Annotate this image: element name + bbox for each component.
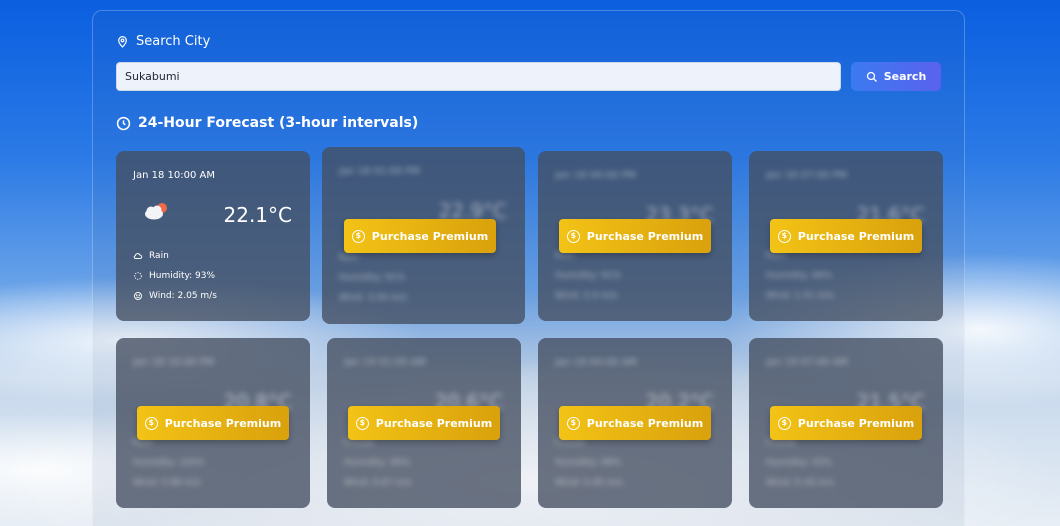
forecast-card-locked: Jan 18 04:00 PM 23.3°C Rain Humidity: 91… bbox=[538, 151, 732, 321]
forecast-heading-text: 24-Hour Forecast (3-hour intervals) bbox=[138, 115, 419, 131]
humidity-text: Humidity: 93% bbox=[766, 458, 833, 468]
wind-text: Wind: 0.18 m/s bbox=[766, 478, 834, 488]
humidity-text: Humidity: 93% bbox=[149, 271, 216, 281]
forecast-card-locked: Jan 18 01:00 PM 22.9°C Rain Humidity: 91… bbox=[322, 147, 525, 324]
humidity-text: Humidity: 100% bbox=[133, 458, 205, 468]
premium-label: Purchase Premium bbox=[586, 416, 704, 430]
humidity-text: Humidity: 91% bbox=[555, 271, 622, 281]
purchase-premium-button[interactable]: $ Purchase Premium bbox=[559, 406, 711, 440]
forecast-time: Jan 18 10:00 AM bbox=[133, 170, 215, 181]
search-button-label: Search bbox=[883, 70, 927, 83]
cloud-icon bbox=[133, 253, 143, 259]
rain-cloud-icon bbox=[145, 203, 167, 220]
dollar-coin-icon: $ bbox=[566, 229, 580, 243]
search-icon bbox=[866, 71, 877, 82]
forecast-temperature: 22.1°C bbox=[223, 203, 293, 227]
premium-label: Purchase Premium bbox=[164, 416, 282, 430]
dollar-coin-icon: $ bbox=[351, 229, 365, 243]
wind-text: Wind: 0.67 m/s bbox=[344, 478, 412, 488]
clock-icon bbox=[116, 116, 131, 130]
search-city-label: Search City bbox=[116, 34, 210, 49]
wind-text: Wind: 2.4 m/s bbox=[555, 291, 618, 301]
city-search-input[interactable] bbox=[116, 62, 841, 91]
forecast-card-locked: Jan 19 07:00 AM 21.5°C Clouds Humidity: … bbox=[749, 338, 943, 508]
humidity-text: Humidity: 99% bbox=[344, 458, 411, 468]
purchase-premium-button[interactable]: $ Purchase Premium bbox=[344, 219, 496, 253]
forecast-card: Jan 18 10:00 AM 22.1°C Rain Humidity: 93… bbox=[116, 151, 310, 321]
forecast-time: Jan 18 04:00 PM bbox=[555, 170, 637, 181]
forecast-card-locked: Jan 19 04:00 AM 20.2°C Clouds Humidity: … bbox=[538, 338, 732, 508]
forecast-heading: 24-Hour Forecast (3-hour intervals) bbox=[116, 115, 418, 131]
purchase-premium-button[interactable]: $ Purchase Premium bbox=[348, 406, 500, 440]
premium-label: Purchase Premium bbox=[797, 416, 915, 430]
wind-text: Wind: 0.45 m/s bbox=[555, 478, 623, 488]
search-label-text: Search City bbox=[136, 34, 211, 49]
condition-row: Rain bbox=[133, 251, 169, 261]
wind-text: Wind: 2.05 m/s bbox=[149, 291, 217, 301]
wind-row: Wind: 2.05 m/s bbox=[133, 291, 217, 301]
humidity-icon bbox=[134, 272, 142, 280]
map-pin-icon bbox=[118, 36, 127, 48]
forecast-time: Jan 18 10:00 PM bbox=[133, 357, 215, 368]
forecast-time: Jan 18 07:00 PM bbox=[766, 170, 848, 181]
forecast-time: Jan 19 04:00 AM bbox=[555, 357, 637, 368]
forecast-time: Jan 19 07:00 AM bbox=[766, 357, 848, 368]
forecast-time: Jan 19 01:00 AM bbox=[344, 357, 426, 368]
humidity-text: Humidity: 91% bbox=[339, 273, 406, 283]
purchase-premium-button[interactable]: $ Purchase Premium bbox=[770, 219, 922, 253]
dollar-coin-icon: $ bbox=[777, 229, 791, 243]
forecast-card-locked: Jan 18 10:00 PM 20.8°C Rain Humidity: 10… bbox=[116, 338, 310, 508]
dollar-coin-icon: $ bbox=[144, 416, 158, 430]
forecast-time: Jan 18 01:00 PM bbox=[339, 166, 421, 177]
premium-label: Purchase Premium bbox=[375, 416, 493, 430]
humidity-text: Humidity: 99% bbox=[555, 458, 622, 468]
forecast-card-locked: Jan 18 07:00 PM 21.6°C Rain Humidity: 99… bbox=[749, 151, 943, 321]
wind-text: Wind: 3.04 m/s bbox=[339, 293, 407, 303]
wind-text: Wind: 1.51 m/s bbox=[766, 291, 834, 301]
premium-label: Purchase Premium bbox=[371, 229, 489, 243]
dollar-coin-icon: $ bbox=[777, 416, 791, 430]
purchase-premium-button[interactable]: $ Purchase Premium bbox=[137, 406, 289, 440]
wind-text: Wind: 0.88 m/s bbox=[133, 478, 201, 488]
purchase-premium-button[interactable]: $ Purchase Premium bbox=[770, 406, 922, 440]
premium-label: Purchase Premium bbox=[797, 229, 915, 243]
dollar-coin-icon: $ bbox=[566, 416, 580, 430]
humidity-text: Humidity: 99% bbox=[766, 271, 833, 281]
purchase-premium-button[interactable]: $ Purchase Premium bbox=[559, 219, 711, 253]
premium-label: Purchase Premium bbox=[586, 229, 704, 243]
humidity-row: Humidity: 93% bbox=[133, 271, 215, 281]
search-button[interactable]: Search bbox=[851, 62, 941, 91]
wind-icon bbox=[134, 292, 142, 300]
forecast-card-locked: Jan 19 01:00 AM 20.6°C Clouds Humidity: … bbox=[327, 338, 521, 508]
dollar-coin-icon: $ bbox=[355, 416, 369, 430]
condition-text: Rain bbox=[339, 253, 359, 263]
condition-text: Rain bbox=[149, 251, 169, 261]
